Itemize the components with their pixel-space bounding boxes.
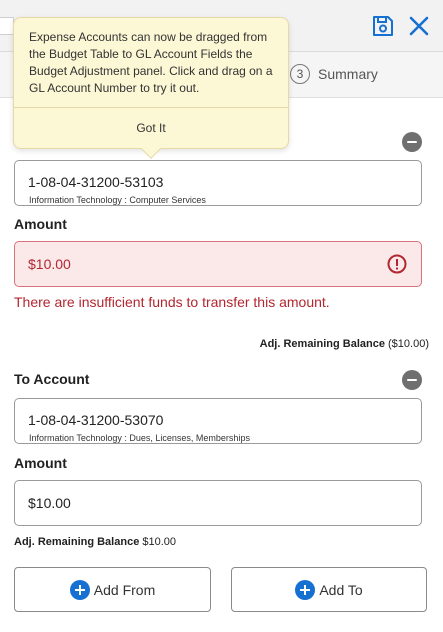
minus-icon: [407, 140, 417, 144]
close-button[interactable]: [405, 12, 433, 40]
from-amount-label: Amount: [14, 216, 67, 232]
to-amount-label: Amount: [14, 455, 67, 471]
plus-circle-icon: [295, 579, 316, 600]
from-amount-input[interactable]: $10.00: [14, 241, 422, 287]
to-account-number: 1-08-04-31200-53070: [28, 412, 164, 428]
to-amount-value: $10.00: [28, 495, 71, 511]
from-account-field[interactable]: 1-08-04-31200-53103 Information Technolo…: [14, 160, 422, 206]
plus-circle-icon: [69, 579, 90, 600]
add-to-label: Add To: [319, 581, 363, 598]
add-from-label: Add From: [93, 581, 156, 598]
from-account-description: Information Technology : Computer Servic…: [29, 195, 206, 205]
to-amount-input[interactable]: $10.00: [14, 480, 422, 526]
to-account-field[interactable]: 1-08-04-31200-53070 Information Technolo…: [14, 398, 422, 444]
add-to-button[interactable]: Add To: [231, 567, 427, 612]
drag-hint-tooltip: Expense Accounts can now be dragged from…: [13, 17, 289, 159]
step-label: Summary: [318, 66, 378, 82]
from-account-number: 1-08-04-31200-53103: [28, 174, 164, 190]
from-amount-value: $10.00: [28, 256, 71, 272]
floppy-disk-icon: [373, 16, 393, 36]
balance-label: Adj. Remaining Balance: [14, 536, 140, 548]
remove-from-account-button[interactable]: [402, 132, 422, 152]
got-it-button[interactable]: Got It: [14, 117, 288, 139]
insufficient-funds-error: There are insufficient funds to transfer…: [14, 294, 330, 310]
add-from-button[interactable]: Add From: [14, 567, 211, 612]
save-button[interactable]: [369, 12, 397, 40]
to-account-label: To Account: [14, 371, 90, 387]
balance-value: ($10.00): [388, 338, 429, 350]
tooltip-message: Expense Accounts can now be dragged from…: [29, 30, 273, 95]
minus-icon: [407, 378, 417, 382]
collapsed-panel-tab[interactable]: [0, 17, 14, 35]
from-remaining-balance: Adj. Remaining Balance ($10.00): [260, 338, 429, 350]
tooltip-divider: [14, 107, 288, 108]
to-account-description: Information Technology : Dues, Licenses,…: [29, 433, 250, 443]
close-x-icon: [409, 16, 429, 36]
to-remaining-balance: Adj. Remaining Balance $10.00: [14, 536, 176, 548]
balance-label: Adj. Remaining Balance: [259, 338, 385, 350]
step-summary[interactable]: 3 Summary: [290, 64, 378, 84]
balance-value: $10.00: [142, 536, 177, 548]
error-alert-icon: [387, 254, 407, 274]
step-number-badge: 3: [290, 64, 310, 84]
tooltip-pointer: [141, 139, 161, 159]
remove-to-account-button[interactable]: [402, 370, 422, 390]
